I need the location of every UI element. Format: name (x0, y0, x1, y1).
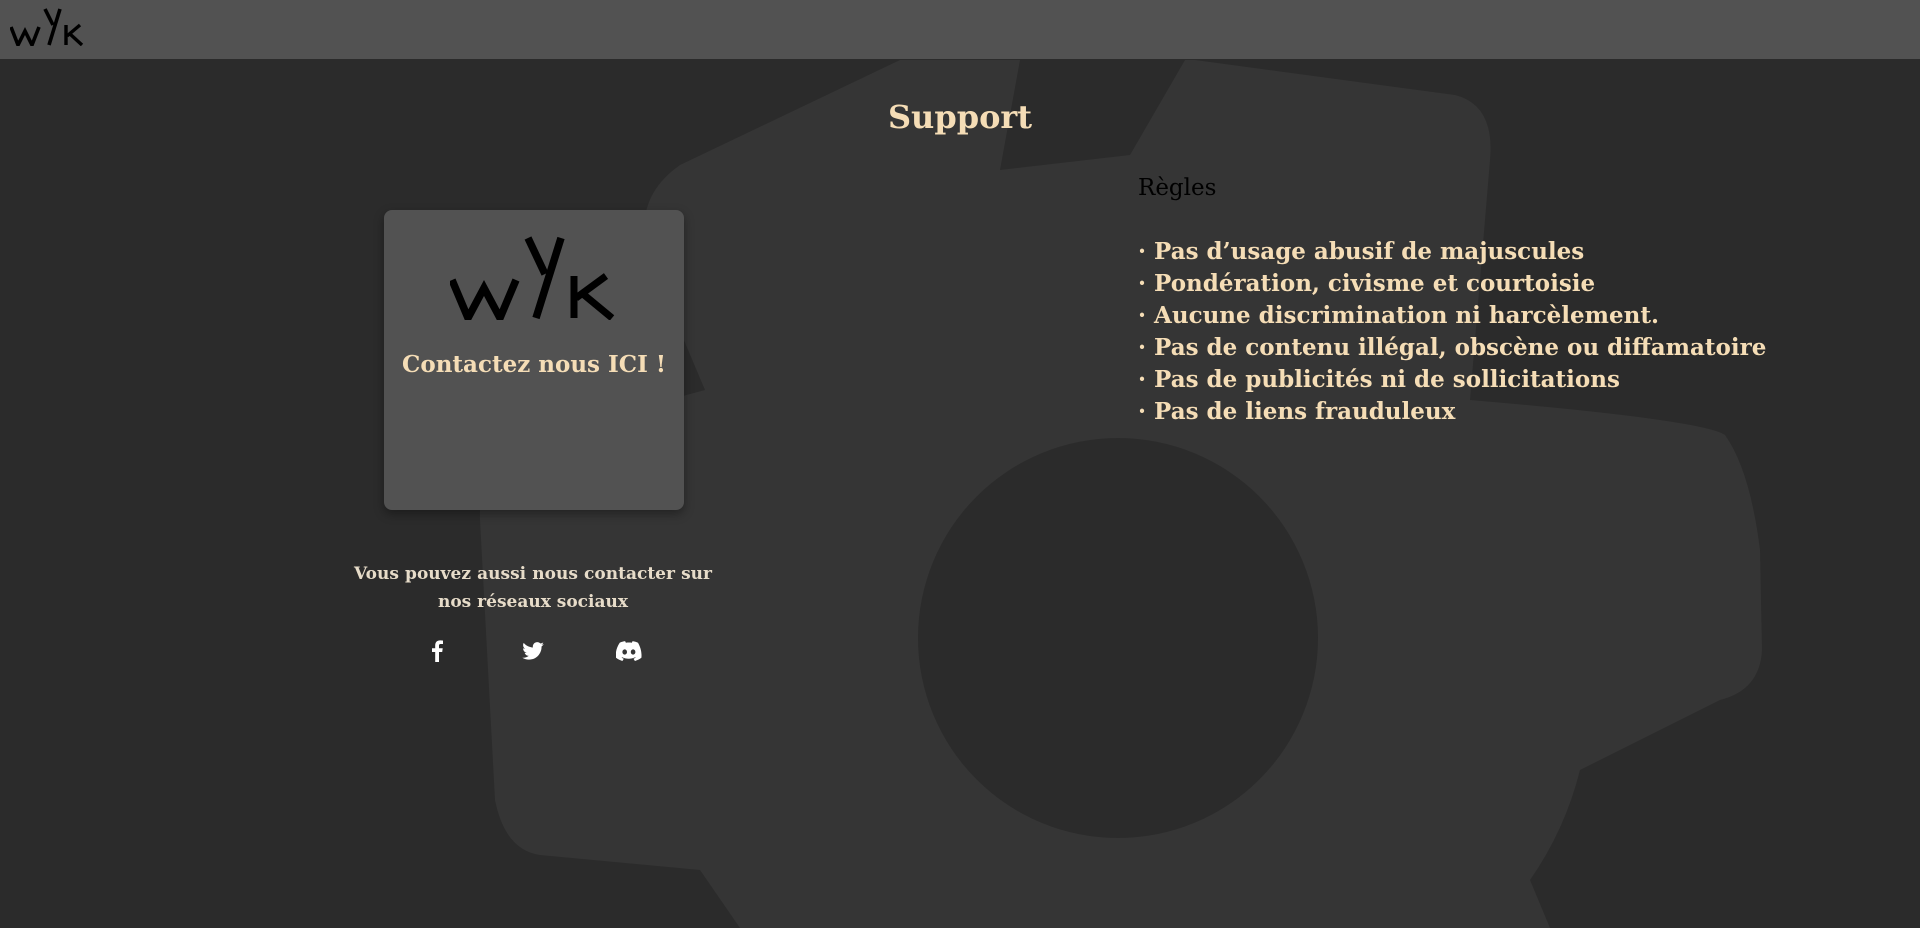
wyk-logo: wYk (450, 236, 615, 320)
social-media-text: Vous pouvez aussi nous contacter sur nos… (354, 564, 712, 612)
rule-item: · Pas de publicités ni de sollicitations (1138, 366, 1620, 393)
top-navbar: wYk (0, 0, 1920, 59)
social-icons (0, 636, 1920, 666)
rules-section: Règles · Pas d’usage abusif de majuscule… (1138, 172, 1838, 428)
rule-item: · Pas de liens frauduleux (1138, 398, 1456, 425)
rules-list: · Pas d’usage abusif de majuscules · Pon… (1138, 236, 1838, 428)
page-title: Support (887, 98, 1033, 136)
contact-link-label: Contactez nous ICI ! (402, 351, 666, 378)
rules-title: Règles (1138, 175, 1217, 201)
discord-icon[interactable] (614, 636, 644, 666)
main-content: Support wYk Contactez nous ICI ! Vous po… (0, 0, 1920, 928)
twitter-icon[interactable] (518, 636, 548, 666)
rule-item: · Aucune discrimination ni harcèlement. (1138, 302, 1659, 329)
rule-item: · Pondération, civisme et courtoisie (1138, 270, 1596, 297)
rule-item: · Pas de contenu illégal, obscène ou dif… (1138, 334, 1767, 361)
contact-card[interactable]: wYk Contactez nous ICI ! (384, 210, 684, 510)
rule-item: · Pas d’usage abusif de majuscules (1138, 238, 1585, 265)
wyk-logo[interactable]: wYk (10, 8, 86, 46)
page: wYk Support wYk Contactez nous ICI ! Vou… (0, 0, 1920, 928)
facebook-icon[interactable] (422, 636, 452, 666)
